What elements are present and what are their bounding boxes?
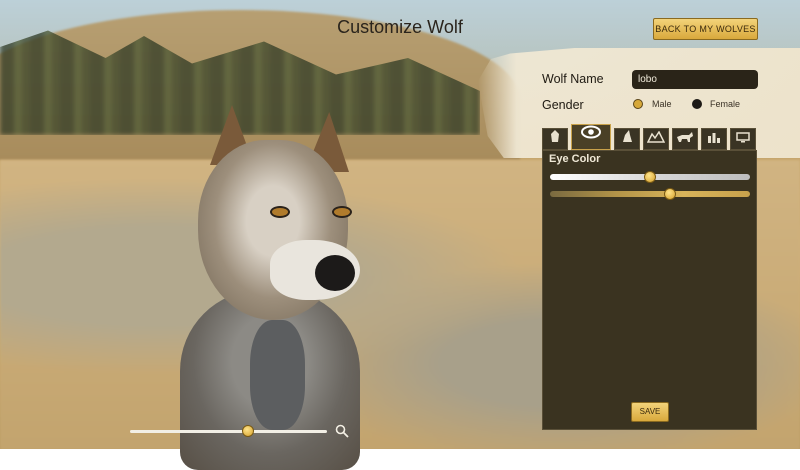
- wolf-name-input[interactable]: [632, 70, 758, 89]
- eye-hue-slider-knob[interactable]: [664, 188, 676, 200]
- page-title: Customize Wolf: [337, 17, 463, 37]
- wolf-nose: [315, 255, 355, 291]
- tab-terrain[interactable]: [643, 128, 669, 150]
- wolf-left-eye: [270, 206, 290, 218]
- zoom-magnifier-icon[interactable]: [335, 424, 349, 438]
- tab-stats[interactable]: [701, 128, 727, 150]
- zoom-slider[interactable]: [130, 430, 327, 433]
- tab-howl[interactable]: [614, 128, 640, 150]
- eye-brightness-slider-knob[interactable]: [644, 171, 656, 183]
- gender-label: Gender: [542, 98, 584, 112]
- wolf-name-label: Wolf Name: [542, 72, 604, 86]
- wolf-right-eye: [332, 206, 352, 218]
- wolf-model[interactable]: [170, 100, 380, 470]
- gender-female-radio[interactable]: [692, 99, 702, 109]
- monitor-icon: [736, 132, 750, 143]
- howl-icon: [623, 130, 632, 142]
- eye-icon: [581, 125, 601, 139]
- tab-eye[interactable]: [571, 124, 611, 150]
- terrain-icon: [646, 130, 666, 143]
- wolf-pose-icon: [677, 132, 693, 142]
- tab-monitor[interactable]: [730, 128, 756, 150]
- eye-color-heading: Eye Color: [549, 153, 601, 165]
- fur-icon: [551, 130, 559, 142]
- back-to-wolves-button[interactable]: BACK TO MY WOLVES: [653, 18, 758, 40]
- gender-female-label: Female: [710, 99, 741, 109]
- tab-pose[interactable]: [672, 128, 698, 150]
- eye-hue-slider[interactable]: [550, 191, 750, 197]
- save-button[interactable]: SAVE: [631, 402, 669, 422]
- stats-icon: [708, 133, 720, 143]
- wolf-chest: [250, 320, 305, 430]
- gender-male-radio[interactable]: [633, 99, 643, 109]
- tab-fur[interactable]: [542, 128, 568, 150]
- gender-male-label: Male: [652, 99, 672, 109]
